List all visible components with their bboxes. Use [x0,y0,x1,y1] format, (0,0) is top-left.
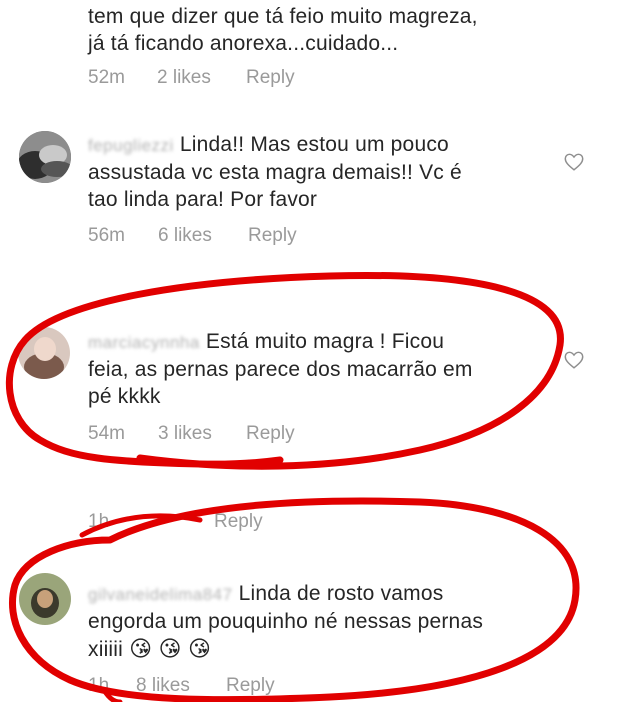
avatar[interactable] [18,327,70,379]
comment-text-line: gilvaneidelima847 Linda de rosto vamos [88,580,558,608]
comment-time: 1h [88,511,110,532]
username[interactable]: fepugliezzi [88,136,174,155]
reply-button[interactable]: Reply [248,225,297,247]
comment-text-line: engorda um pouquinho né nessas pernas [88,610,484,633]
avatar[interactable] [19,131,71,183]
username[interactable]: marciacynnha [88,333,200,352]
comment-text-fragment: Linda de rosto vamos [238,582,444,605]
comment-text-line: xiiiii 😘 😘 😘 [88,635,558,663]
comment-text: gilvaneidelima847 Linda de rosto vamos e… [88,580,558,663]
reply-button[interactable]: Reply [246,423,295,445]
comment-text-line: já tá ficando anorexa...cuidado... [88,32,399,55]
likes-count-link[interactable]: 6 likes [158,225,212,247]
comment-time: 56m [88,225,125,246]
likes-count-link[interactable]: 2 likes [157,67,211,89]
comment-text-line: tao linda para! Por favor [88,188,318,211]
comment-text-line: feia, as pernas parece dos macarrão em [88,358,473,381]
avatar-image [19,573,71,625]
comment-text-line: pé kkkk [88,385,161,408]
reply-button[interactable]: Reply [214,511,263,533]
comment-text-line: assustada vc esta magra demais!! Vc é [88,161,462,184]
likes-count-link[interactable]: 3 likes [158,423,212,445]
comment-text: fepugliezzi Linda!! Mas estou um pouco a… [88,131,558,213]
like-heart-icon[interactable] [563,349,585,371]
avatar-image [19,131,71,183]
username[interactable]: gilvaneidelima847 [88,585,233,604]
comment-text: tem que dizer que tá feio muito magreza,… [88,3,608,57]
comment-text-line: marciacynnha Está muito magra ! Ficou [88,328,558,356]
comment-text-fragment: xiiiii [88,638,124,661]
comment-time: 1h [88,675,110,696]
comment-time: 52m [88,67,125,88]
avatar-image [18,327,70,379]
avatar[interactable] [19,573,71,625]
like-heart-icon[interactable] [563,151,585,173]
comment-text-line: tem que dizer que tá feio muito magreza, [88,5,478,28]
comment-text-line: fepugliezzi Linda!! Mas estou um pouco [88,131,558,159]
likes-count-link[interactable]: 8 likes [136,675,190,697]
reply-button[interactable]: Reply [246,67,295,89]
kiss-emoji-icon: 😘 😘 😘 [129,636,212,661]
comment-text-fragment: Está muito magra ! Ficou [205,330,445,353]
comment-text-fragment: Linda!! Mas estou um pouco [179,133,449,156]
comment-time: 54m [88,423,125,444]
comment-text: marciacynnha Está muito magra ! Ficou fe… [88,328,558,410]
reply-button[interactable]: Reply [226,675,275,697]
